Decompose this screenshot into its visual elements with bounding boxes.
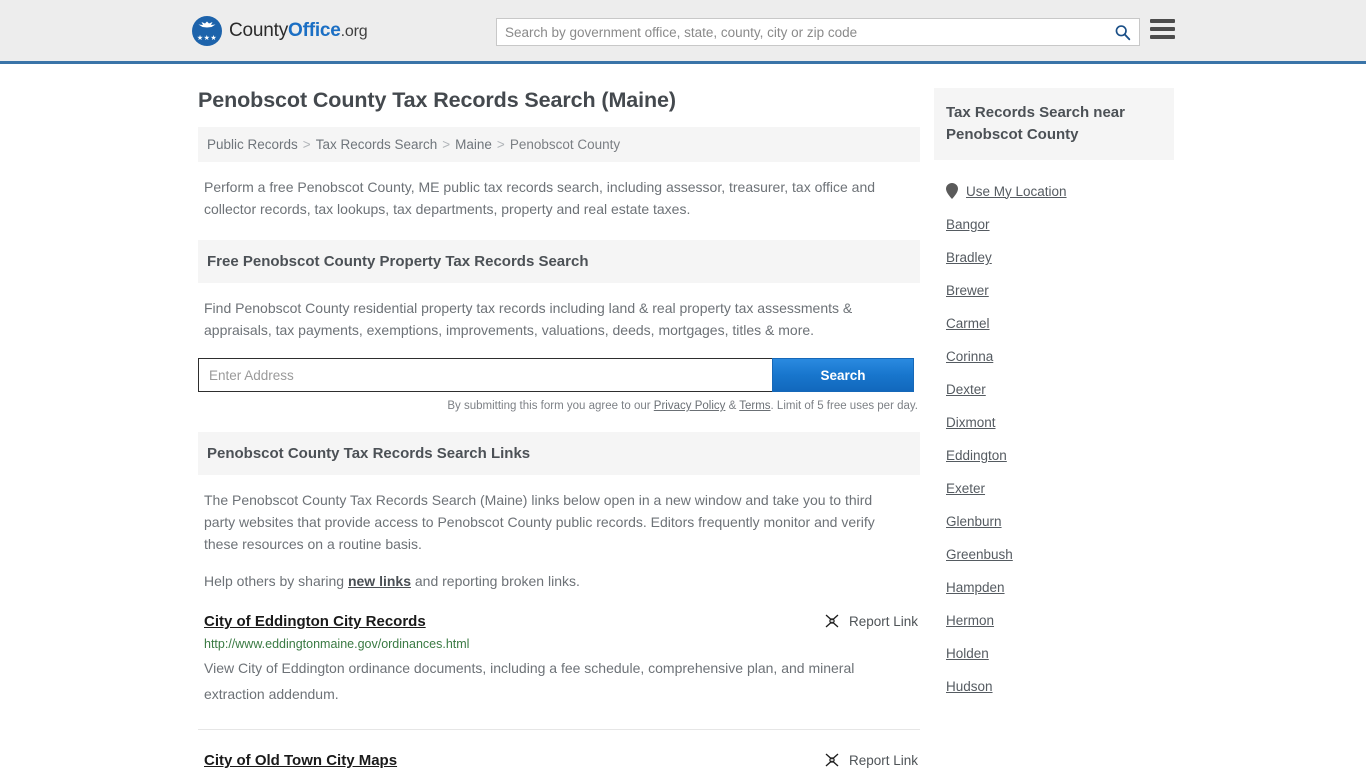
breadcrumb-separator: > — [496, 137, 505, 152]
report-link-button[interactable]: Report Link — [824, 613, 920, 629]
sidebar-link[interactable]: Glenburn — [946, 514, 1002, 529]
hamburger-bar — [1150, 27, 1175, 31]
sidebar-item-greenbush[interactable]: Greenbush — [934, 538, 1174, 571]
main-column: Penobscot County Tax Records Search (Mai… — [198, 64, 920, 768]
new-links-link[interactable]: new links — [348, 573, 411, 589]
search-links-description: The Penobscot County Tax Records Search … — [204, 492, 875, 552]
global-search-input[interactable] — [497, 19, 1105, 45]
result-title-link[interactable]: City of Eddington City Records — [204, 613, 426, 630]
sidebar-link[interactable]: Corinna — [946, 349, 993, 364]
hamburger-bar — [1150, 19, 1175, 23]
breadcrumb-item-public-records[interactable]: Public Records — [207, 137, 298, 152]
use-my-location-link[interactable]: Use My Location — [966, 184, 1067, 199]
legal-amp: & — [725, 400, 740, 412]
result-header: City of Eddington City Records Report Li… — [204, 613, 920, 630]
sidebar-link[interactable]: Brewer — [946, 283, 989, 298]
hamburger-menu-icon[interactable] — [1150, 19, 1175, 39]
report-link-label: Report Link — [848, 613, 918, 629]
address-search-button[interactable]: Search — [772, 358, 914, 392]
sidebar-link[interactable]: Dexter — [946, 382, 986, 397]
breadcrumb-separator: > — [302, 137, 311, 152]
sidebar-link[interactable]: Hudson — [946, 679, 993, 694]
sidebar-link[interactable]: Greenbush — [946, 547, 1013, 562]
global-search-bar[interactable] — [496, 18, 1140, 46]
legal-prefix: By submitting this form you agree to our — [447, 400, 654, 412]
help-suffix: and reporting broken links. — [411, 573, 580, 589]
site-header: ★★★ CountyOffice.org — [0, 0, 1366, 64]
breadcrumb-item-maine[interactable]: Maine — [455, 137, 492, 152]
sidebar-item-corinna[interactable]: Corinna — [934, 340, 1174, 373]
sidebar-item-hermon[interactable]: Hermon — [934, 604, 1174, 637]
sidebar-link[interactable]: Carmel — [946, 316, 990, 331]
logo-text-office: Office — [288, 19, 341, 41]
form-legal-note: By submitting this form you agree to our… — [198, 400, 920, 412]
search-links-heading: Penobscot County Tax Records Search Link… — [198, 432, 920, 475]
sidebar-item-dixmont[interactable]: Dixmont — [934, 406, 1174, 439]
sidebar-item-brewer[interactable]: Brewer — [934, 274, 1174, 307]
legal-suffix: . Limit of 5 free uses per day. — [770, 400, 918, 412]
sidebar-item-bangor[interactable]: Bangor — [934, 208, 1174, 241]
sidebar-item-holden[interactable]: Holden — [934, 637, 1174, 670]
sidebar-link[interactable]: Eddington — [946, 448, 1007, 463]
site-logo-text: CountyOffice.org — [229, 19, 368, 42]
sidebar-item-hampden[interactable]: Hampden — [934, 571, 1174, 604]
page-body: Penobscot County Tax Records Search (Mai… — [0, 64, 1366, 768]
sidebar-place-list: Use My Location Bangor Bradley Brewer Ca… — [934, 174, 1174, 703]
result-url[interactable]: http://www.eddingtonmaine.gov/ordinances… — [204, 637, 844, 651]
breadcrumb-item-penobscot-county: Penobscot County — [509, 137, 621, 152]
sidebar: Tax Records Search near Penobscot County… — [934, 64, 1174, 703]
address-search-form: Search — [198, 358, 920, 392]
breadcrumb-item-tax-records-search[interactable]: Tax Records Search — [316, 137, 438, 152]
report-link-button[interactable]: Report Link — [824, 752, 920, 768]
sidebar-item-bradley[interactable]: Bradley — [934, 241, 1174, 274]
sidebar-item-glenburn[interactable]: Glenburn — [934, 505, 1174, 538]
search-icon[interactable] — [1105, 19, 1139, 45]
sidebar-link[interactable]: Holden — [946, 646, 989, 661]
report-link-label: Report Link — [848, 752, 918, 768]
logo-text-org: .org — [340, 22, 368, 40]
sidebar-item-eddington[interactable]: Eddington — [934, 439, 1174, 472]
sidebar-link[interactable]: Bradley — [946, 250, 992, 265]
address-input[interactable] — [198, 358, 772, 392]
sidebar-item-dexter[interactable]: Dexter — [934, 373, 1174, 406]
result-item: City of Old Town City Maps Report Link h… — [198, 729, 920, 768]
sidebar-heading: Tax Records Search near Penobscot County — [934, 88, 1174, 160]
sidebar-link[interactable]: Hampden — [946, 580, 1005, 595]
hamburger-bar — [1150, 35, 1175, 39]
page-title: Penobscot County Tax Records Search (Mai… — [198, 88, 676, 112]
page-intro-text: Perform a free Penobscot County, ME publ… — [204, 179, 876, 217]
help-prefix: Help others by sharing — [204, 573, 348, 589]
result-description: View City of Eddington ordinance documen… — [204, 660, 855, 702]
sidebar-link[interactable]: Dixmont — [946, 415, 996, 430]
breadcrumb-separator: > — [442, 137, 451, 152]
sidebar-item-use-my-location[interactable]: Use My Location — [934, 174, 1174, 208]
result-header: City of Old Town City Maps Report Link — [204, 752, 920, 768]
terms-link[interactable]: Terms — [739, 400, 770, 412]
sidebar-link[interactable]: Bangor — [946, 217, 990, 232]
property-search-heading: Free Penobscot County Property Tax Recor… — [198, 240, 920, 283]
sidebar-item-exeter[interactable]: Exeter — [934, 472, 1174, 505]
logo-text-county: County — [229, 19, 289, 41]
sidebar-item-hudson[interactable]: Hudson — [934, 670, 1174, 703]
broken-link-icon — [825, 753, 839, 767]
map-pin-icon — [946, 183, 958, 199]
property-search-description: Find Penobscot County residential proper… — [204, 300, 853, 338]
result-item: City of Eddington City Records Report Li… — [198, 613, 920, 707]
breadcrumb: Public Records > Tax Records Search > Maine >… — [198, 127, 920, 162]
sidebar-link[interactable]: Exeter — [946, 481, 985, 496]
sidebar-link[interactable]: Hermon — [946, 613, 994, 628]
logo-stars: ★★★ — [196, 34, 218, 42]
sidebar-item-carmel[interactable]: Carmel — [934, 307, 1174, 340]
eagle-seal-icon: ★★★ — [192, 15, 222, 46]
privacy-policy-link[interactable]: Privacy Policy — [654, 400, 726, 412]
help-others-note: Help others by sharing new links and rep… — [204, 573, 920, 589]
broken-link-icon — [825, 614, 839, 628]
result-title-link[interactable]: City of Old Town City Maps — [204, 752, 397, 768]
site-logo[interactable]: ★★★ CountyOffice.org — [192, 15, 368, 46]
